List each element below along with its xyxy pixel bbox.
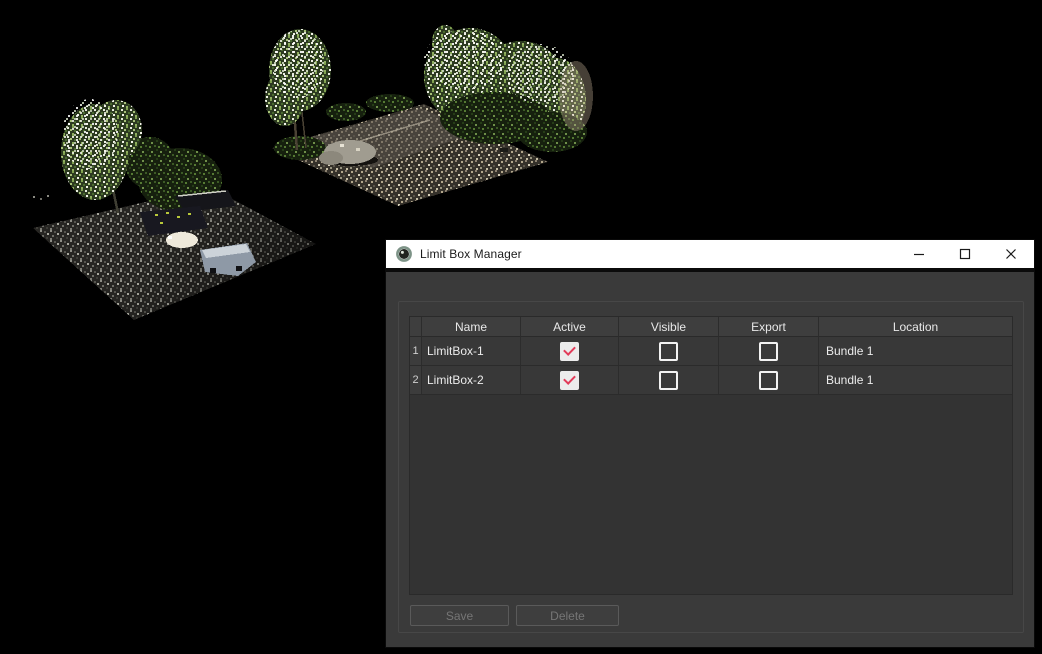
column-header-export[interactable]: Export — [719, 317, 819, 337]
column-header-active[interactable]: Active — [521, 317, 619, 337]
row-number[interactable]: 2 — [410, 366, 422, 395]
maximize-button[interactable] — [942, 240, 988, 268]
limit-box-manager-window: Limit Box Manager Name Active Visible — [386, 240, 1034, 647]
visible-checkbox[interactable] — [659, 342, 678, 361]
delete-button[interactable]: Delete — [516, 605, 619, 626]
export-checkbox[interactable] — [759, 342, 778, 361]
limit-box-table[interactable]: Name Active Visible Export Location 1 Li… — [409, 316, 1013, 595]
active-cell — [521, 337, 619, 366]
column-header-visible[interactable]: Visible — [619, 317, 719, 337]
close-icon — [1005, 248, 1017, 260]
active-cell — [521, 366, 619, 395]
export-cell — [719, 366, 819, 395]
table-row[interactable]: 1 LimitBox-1 Bundle 1 — [410, 337, 1012, 366]
name-cell[interactable]: LimitBox-2 — [422, 366, 521, 395]
column-header-name[interactable]: Name — [422, 317, 521, 337]
location-cell[interactable]: Bundle 1 — [819, 337, 1012, 366]
point-cloud-right — [265, 25, 593, 206]
minimize-icon — [913, 248, 925, 260]
active-checkbox[interactable] — [560, 342, 579, 361]
name-cell[interactable]: LimitBox-1 — [422, 337, 521, 366]
table-header-row: Name Active Visible Export Location — [410, 317, 1012, 337]
minimize-button[interactable] — [896, 240, 942, 268]
titlebar[interactable]: Limit Box Manager — [386, 240, 1034, 268]
close-button[interactable] — [988, 240, 1034, 268]
maximize-icon — [959, 248, 971, 260]
active-checkbox[interactable] — [560, 371, 579, 390]
visible-cell — [619, 366, 719, 395]
save-button[interactable]: Save — [410, 605, 509, 626]
app-icon — [396, 246, 412, 262]
point-cloud-left — [33, 99, 316, 320]
row-number[interactable]: 1 — [410, 337, 422, 366]
row-number-header[interactable] — [410, 317, 422, 337]
window-title: Limit Box Manager — [420, 247, 522, 261]
titlebar-shadow — [386, 268, 1034, 272]
visible-cell — [619, 337, 719, 366]
table-row[interactable]: 2 LimitBox-2 Bundle 1 — [410, 366, 1012, 395]
column-header-location[interactable]: Location — [819, 317, 1012, 337]
visible-checkbox[interactable] — [659, 371, 678, 390]
export-checkbox[interactable] — [759, 371, 778, 390]
export-cell — [719, 337, 819, 366]
location-cell[interactable]: Bundle 1 — [819, 366, 1012, 395]
